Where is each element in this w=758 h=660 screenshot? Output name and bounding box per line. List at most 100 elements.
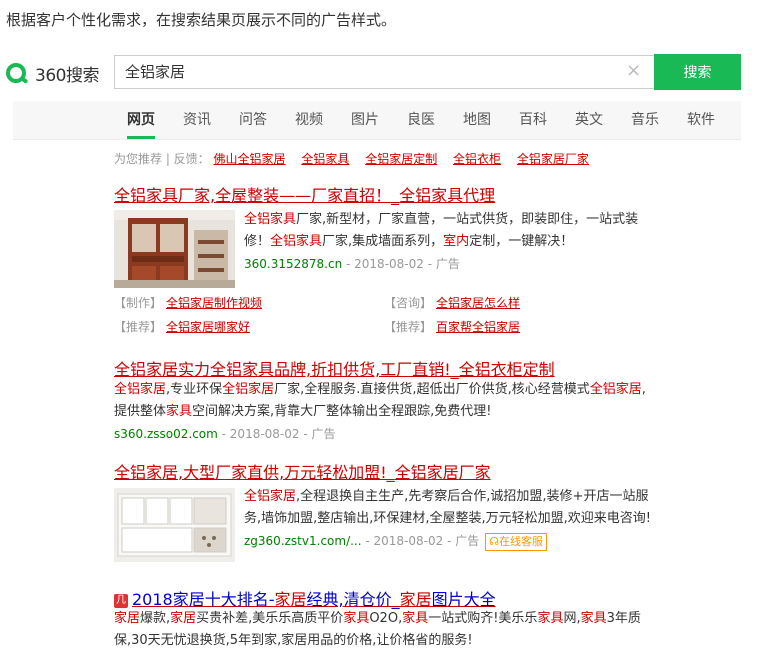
desc-text: ,专业环保 — [166, 382, 223, 397]
desc-highlight: 家具 — [537, 611, 564, 626]
desc-highlight: 全铝家具 — [270, 234, 323, 249]
result-description: 全铝家居,全程退换自主生产,先考察后合作,诚招加盟,装修+开店一站服 务,墙饰加… — [244, 486, 664, 553]
tab-news[interactable]: 资讯 — [183, 101, 211, 139]
desc-highlight: 全铝家居 — [589, 382, 642, 397]
recommend-row: 为您推荐 | 反馈： 佛山全铝家居 全铝家具 全铝家居定制 全铝衣柜 全铝家居厂… — [114, 150, 589, 167]
desc-text: , — [641, 382, 646, 397]
result-thumbnail[interactable] — [114, 210, 235, 288]
result-description: 全铝家具厂家,新型材，厂家直营，一站式供货，即装即住，一站式装 修！全铝家具厂家… — [244, 212, 639, 271]
result-url[interactable]: zg360.zstv1.com/... — [244, 534, 362, 548]
title-highlight: 全铝家具 — [114, 186, 179, 205]
desc-highlight: 室内 — [443, 234, 470, 249]
sublink[interactable]: 【咨询】 全铝家居怎么样 — [384, 294, 520, 311]
recommend-link[interactable]: 全铝家居定制 — [365, 152, 437, 166]
tab-music[interactable]: 音乐 — [631, 101, 659, 139]
sublink[interactable]: 【推荐】 全铝家居哪家好 — [114, 318, 250, 335]
desc-text: 厂家,新型材，厂家直营，一站式供货，即装即住，一站式装 — [296, 212, 639, 227]
tab-images[interactable]: 图片 — [351, 101, 379, 139]
search-input[interactable]: 全铝家居 — [114, 55, 654, 89]
tab-doctor[interactable]: 良医 — [407, 101, 435, 139]
sublink[interactable]: 【推荐】 百家帮全铝家居 — [384, 318, 520, 335]
desc-text: 网, — [563, 611, 581, 626]
title-text: 2018家居十大排名- — [132, 590, 275, 609]
title-text: ,大型厂家直供,万元轻松加盟!_ — [178, 463, 395, 482]
title-highlight: 全铝家居 — [114, 463, 179, 482]
desc-text: 厂家,集成墙面系列， — [322, 234, 444, 249]
title-text: 实力全铝家具品牌,折扣供货,工厂直销!_全铝衣柜定制 — [178, 360, 555, 379]
sublink-tag: 【推荐】 — [114, 320, 163, 334]
result-title[interactable]: 全铝家居实力全铝家具品牌,折扣供货,工厂直销!_全铝衣柜定制 — [114, 356, 555, 380]
title-highlight: 全铝家居 — [114, 360, 179, 379]
logo-text: 360搜索 — [35, 65, 99, 86]
result-url[interactable]: 360.3152878.cn — [244, 257, 342, 271]
sublink-tag: 【咨询】 — [384, 296, 433, 310]
page-caption: 根据客户个性化需求，在搜索结果页展示不同的广告样式。 — [6, 11, 397, 29]
result-date: 2018-08-02 — [229, 427, 300, 441]
title-text: 厂家 — [458, 463, 491, 482]
furniture-image — [114, 488, 235, 562]
title-highlight: 家居 — [274, 590, 307, 609]
sublink-text[interactable]: 全铝家居制作视频 — [166, 296, 262, 310]
desc-text: 爆款, — [140, 611, 171, 626]
desc-highlight: 全铝家居 — [244, 489, 297, 504]
desc-highlight: 家居 — [114, 611, 141, 626]
result-description: 全铝家居,专业环保全铝家居厂家,全程服务.直接供货,超低出厂价供货,核心经营模式… — [114, 382, 646, 441]
desc-text: 厂家,全程服务.直接供货,超低出厂价供货,核心经营模式 — [274, 382, 590, 397]
desc-highlight: 全铝家居 — [114, 382, 167, 397]
furniture-image — [114, 210, 235, 288]
clear-icon[interactable]: × — [626, 60, 641, 81]
title-highlight: 全铝家具代理 — [399, 186, 496, 205]
ad-label: 广告 — [311, 427, 336, 441]
result-title[interactable]: 几 2018家居十大排名-家居经典,清仓价_家居图片大全 — [114, 586, 496, 610]
title-highlight: 全铝家居 — [394, 463, 459, 482]
title-highlight: 家居 — [399, 590, 432, 609]
logo-360[interactable]: 360搜索 — [6, 58, 99, 88]
result-title[interactable]: 全铝家具厂家,全屋整装——厂家直招！_全铝家具代理 — [114, 182, 495, 206]
recommend-link[interactable]: 佛山全铝家居 — [214, 152, 286, 166]
desc-highlight: 全铝家具 — [244, 212, 297, 227]
desc-text: 空间解决方案,背靠大厂整体输出全程跟踪,免费代理! — [192, 404, 492, 419]
desc-text: 务,墙饰加盟,整店输出,环保建材,全屋整装,万元轻松加盟,欢迎来电咨询! — [244, 511, 652, 526]
tab-software[interactable]: 软件 — [687, 101, 715, 139]
result-date: 2018-08-02 — [373, 534, 444, 548]
desc-text: 一站式购齐!美乐乐 — [428, 611, 538, 626]
tab-english[interactable]: 英文 — [575, 101, 603, 139]
title-text: 图片大全 — [431, 590, 496, 609]
logo-ring-icon — [6, 63, 26, 83]
desc-highlight: 家居 — [170, 611, 197, 626]
tab-baike[interactable]: 百科 — [519, 101, 547, 139]
desc-text: ,全程退换自主生产,先考察后合作,诚招加盟,装修+开店一站服 — [296, 489, 649, 504]
recommend-link[interactable]: 全铝家具 — [301, 152, 349, 166]
recommend-prefix: 为您推荐 | 反馈： — [114, 152, 210, 166]
desc-text: O2O, — [369, 611, 403, 626]
recommend-link[interactable]: 全铝家居厂家 — [517, 152, 589, 166]
headset-icon: ☊ — [489, 535, 500, 548]
ad-label: 广告 — [435, 257, 460, 271]
tab-map[interactable]: 地图 — [463, 101, 491, 139]
result-url[interactable]: s360.zsso02.com — [114, 427, 218, 441]
desc-highlight: 家具 — [166, 404, 193, 419]
result-description: 家居爆款,家居买贵补差,美乐乐高质平价家具O2O,家具一站式购齐!美乐乐家具网,… — [114, 608, 674, 652]
category-nav: 网页 资讯 问答 视频 图片 良医 地图 百科 英文 音乐 软件 — [13, 101, 741, 140]
online-service-button[interactable]: ☊在线客服 — [485, 533, 548, 551]
desc-highlight: 家具 — [580, 611, 607, 626]
sublink[interactable]: 【制作】 全铝家居制作视频 — [114, 294, 262, 311]
search-button[interactable]: 搜索 — [654, 54, 741, 90]
sublink-text[interactable]: 百家帮全铝家居 — [436, 320, 520, 334]
tab-qa[interactable]: 问答 — [239, 101, 267, 139]
tab-webpage[interactable]: 网页 — [127, 101, 155, 139]
desc-text: 3年质 — [606, 611, 641, 626]
result-title[interactable]: 全铝家居,大型厂家直供,万元轻松加盟!_全铝家居厂家 — [114, 459, 491, 483]
sublink-text[interactable]: 全铝家居哪家好 — [166, 320, 250, 334]
desc-highlight: 家具 — [402, 611, 429, 626]
result-thumbnail[interactable] — [114, 488, 235, 562]
sublink-text[interactable]: 全铝家居怎么样 — [436, 296, 520, 310]
tab-video[interactable]: 视频 — [295, 101, 323, 139]
title-text: 经典,清仓价_ — [306, 590, 400, 609]
desc-highlight: 全铝家居 — [222, 382, 275, 397]
desc-text: 定制，一键解决！ — [469, 234, 574, 249]
desc-text: 保,30天无忧退换货,5年到家,家居用品的价格,让价格省的服务! — [114, 633, 473, 648]
recommend-link[interactable]: 全铝衣柜 — [453, 152, 501, 166]
desc-text: 买贵补差,美乐乐高质平价 — [196, 611, 344, 626]
desc-highlight: 家具 — [343, 611, 370, 626]
